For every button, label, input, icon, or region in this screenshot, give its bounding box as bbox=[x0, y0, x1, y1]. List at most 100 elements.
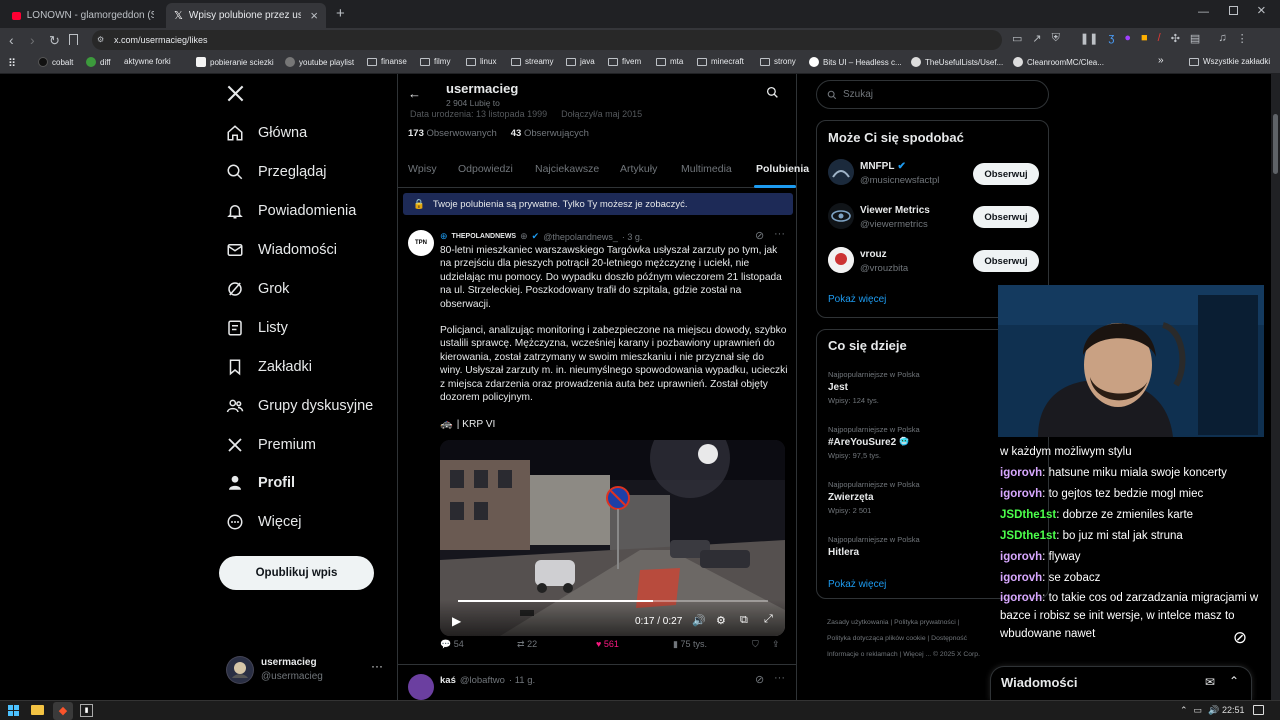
footer-link[interactable]: Informacje o reklamach bbox=[827, 651, 898, 658]
browser-tab-youtube[interactable]: LONOWN - glamorgeddon (Slowed) bbox=[4, 3, 162, 28]
back-icon[interactable]: ‹ bbox=[9, 32, 14, 48]
tweet-avatar[interactable] bbox=[408, 674, 434, 700]
tweet[interactable]: TPN ⊕ THEPOLANDNEWS ⊕ ✔ @thepolandnews_ … bbox=[398, 222, 796, 665]
share-icon[interactable]: ⇪ bbox=[772, 639, 780, 650]
suggestion-name[interactable]: vrouz bbox=[860, 249, 887, 260]
search-icon[interactable] bbox=[766, 86, 779, 99]
follow-button[interactable]: Obserwuj bbox=[973, 250, 1039, 272]
bookmark-folder-strony[interactable]: strony bbox=[760, 57, 796, 66]
avatar[interactable] bbox=[828, 203, 854, 229]
bookmarks-overflow[interactable]: » bbox=[1158, 55, 1164, 66]
bookmark-youtube-playlist[interactable]: youtube playlist bbox=[285, 57, 354, 67]
following-link[interactable]: 173 Obserwowanych bbox=[408, 128, 497, 139]
shield-icon[interactable]: ⛨ bbox=[1052, 32, 1060, 45]
new-message-icon[interactable]: ✉ bbox=[1205, 675, 1215, 689]
bookmark-page-icon[interactable] bbox=[69, 34, 78, 45]
tab-posts[interactable]: Wpisy bbox=[408, 163, 437, 175]
play-icon[interactable]: ▶ bbox=[452, 614, 461, 628]
pip-icon[interactable]: ⧉ bbox=[740, 614, 748, 627]
all-bookmarks-folder[interactable]: Wszystkie zakładki bbox=[1189, 57, 1270, 66]
follow-button[interactable]: Obserwuj bbox=[973, 163, 1039, 185]
trend-item[interactable]: Najpopularniejsze w Polska #AreYouSure2 🥶… bbox=[828, 425, 920, 460]
page-scrollbar[interactable] bbox=[1271, 74, 1280, 700]
nav-bookmarks[interactable]: Zakładki bbox=[226, 358, 312, 376]
network-icon[interactable]: ▭ bbox=[1194, 705, 1203, 716]
search-input[interactable]: Szukaj bbox=[816, 80, 1049, 109]
post-button[interactable]: Opublikuj wpis bbox=[219, 556, 374, 590]
tweet-handle[interactable]: @lobaftwo bbox=[460, 675, 505, 686]
tab-highlights[interactable]: Najciekawsze bbox=[535, 163, 599, 175]
notifications-icon[interactable] bbox=[1253, 705, 1264, 715]
avatar[interactable] bbox=[828, 247, 854, 273]
browser-tab-x[interactable]: 𝕏 Wpisy polubione przez usermaci... × bbox=[166, 3, 326, 28]
tab-likes[interactable]: Polubienia bbox=[756, 163, 809, 175]
messages-drawer[interactable]: Wiadomości ✉ ⌃ bbox=[990, 666, 1252, 700]
tweet[interactable]: kaś @lobaftwo · 11 g. ⊘ ··· bbox=[398, 666, 796, 700]
bookmark-folder-fivem[interactable]: fivem bbox=[608, 57, 641, 66]
file-explorer-icon[interactable] bbox=[31, 705, 44, 715]
forward-icon[interactable]: › bbox=[30, 32, 35, 48]
gear-icon[interactable]: ⚙ bbox=[716, 614, 726, 627]
grok-fab-icon[interactable]: ⊘ bbox=[1228, 626, 1252, 650]
menu-icon[interactable]: ⋮ bbox=[1237, 32, 1248, 45]
puzzle-icon[interactable]: ✣ bbox=[1171, 32, 1180, 45]
minimize-icon[interactable]: — bbox=[1198, 6, 1209, 18]
bookmark-folder-linux[interactable]: linux bbox=[466, 57, 496, 66]
volume-icon[interactable]: 🔊 bbox=[1208, 705, 1219, 716]
tweet-author[interactable]: kaś bbox=[440, 675, 456, 686]
extension-icon[interactable]: / bbox=[1158, 32, 1161, 45]
tweet-time[interactable]: · 3 g. bbox=[622, 232, 643, 242]
trend-item[interactable]: Najpopularniejsze w Polska Zwierzęta Wpi… bbox=[828, 480, 920, 515]
address-bar[interactable]: x.com/usermacieg/likes bbox=[92, 30, 1002, 50]
reply-button[interactable]: 💬 54 bbox=[440, 639, 464, 650]
bookmark-folder-java[interactable]: java bbox=[566, 57, 595, 66]
scrollbar-thumb[interactable] bbox=[1273, 114, 1278, 174]
nav-more[interactable]: Więcej bbox=[226, 513, 302, 531]
extension-icon[interactable]: ʒ bbox=[1108, 32, 1114, 45]
clock[interactable]: 22:51 bbox=[1222, 705, 1245, 715]
account-switcher[interactable]: usermacieg @usermacieg ··· bbox=[226, 656, 386, 686]
grok-icon[interactable]: ⊘ bbox=[755, 229, 764, 242]
cast-icon[interactable]: ▭ bbox=[1012, 32, 1022, 45]
bookmark-folder-mta[interactable]: mta bbox=[656, 57, 683, 66]
share-icon[interactable]: ↗ bbox=[1032, 32, 1041, 45]
x-logo-icon[interactable] bbox=[226, 84, 245, 103]
grok-icon[interactable]: ⊘ bbox=[755, 673, 764, 686]
footer-link[interactable]: Więcej ... bbox=[903, 651, 931, 658]
bookmark-cleanroommc[interactable]: CleanroomMC/Clea... bbox=[1013, 57, 1104, 67]
nav-explore[interactable]: Przeglądaj bbox=[226, 163, 327, 181]
bookmark-diff[interactable]: diff bbox=[86, 57, 111, 67]
nav-communities[interactable]: Grupy dyskusyjne bbox=[226, 397, 373, 415]
apps-icon[interactable]: ⠿ bbox=[8, 57, 16, 70]
more-icon[interactable]: ··· bbox=[774, 672, 785, 684]
follow-button[interactable]: Obserwuj bbox=[973, 206, 1039, 228]
video-progress-track[interactable] bbox=[458, 600, 768, 602]
windows-start-icon[interactable] bbox=[8, 705, 19, 716]
nav-premium[interactable]: Premium bbox=[226, 436, 316, 454]
trend-item[interactable]: Najpopularniejsze w Polska Jest Wpisy: 1… bbox=[828, 370, 920, 405]
nav-home[interactable]: Główna bbox=[226, 124, 307, 142]
footer-link[interactable]: Polityka dotycząca plików cookie bbox=[827, 635, 926, 642]
repost-button[interactable]: ⇄ 22 bbox=[517, 639, 537, 650]
bookmark-pobieranie[interactable]: pobieranie sciezki bbox=[196, 57, 274, 67]
nav-messages[interactable]: Wiadomości bbox=[226, 241, 337, 259]
tweet-avatar[interactable]: TPN bbox=[408, 230, 434, 256]
bookmark-folder-minecraft[interactable]: minecraft bbox=[697, 57, 744, 66]
like-button[interactable]: ♥ 561 bbox=[596, 639, 619, 649]
chevron-up-icon[interactable]: ⌃ bbox=[1180, 705, 1188, 716]
site-info-icon[interactable]: ⚙ bbox=[97, 35, 104, 44]
show-more-link[interactable]: Pokaż więcej bbox=[828, 294, 886, 305]
pause-icon[interactable]: ❚❚ bbox=[1080, 32, 1098, 45]
show-more-link[interactable]: Pokaż więcej bbox=[828, 579, 886, 590]
tab-articles[interactable]: Artykuły bbox=[620, 163, 657, 175]
bookmark-folder-streamy[interactable]: streamy bbox=[511, 57, 553, 66]
bookmark-cobalt[interactable]: cobalt bbox=[38, 57, 73, 67]
more-icon[interactable]: ··· bbox=[774, 228, 785, 240]
extension-icon[interactable]: ■ bbox=[1141, 32, 1148, 45]
followers-link[interactable]: 43 Obserwujących bbox=[511, 128, 589, 139]
close-tab-icon[interactable]: × bbox=[310, 8, 318, 23]
footer-link[interactable]: Polityka prywatności bbox=[894, 619, 956, 626]
footer-link[interactable]: Dostępność bbox=[931, 635, 967, 642]
avatar[interactable] bbox=[828, 159, 854, 185]
tab-replies[interactable]: Odpowiedzi bbox=[458, 163, 513, 175]
